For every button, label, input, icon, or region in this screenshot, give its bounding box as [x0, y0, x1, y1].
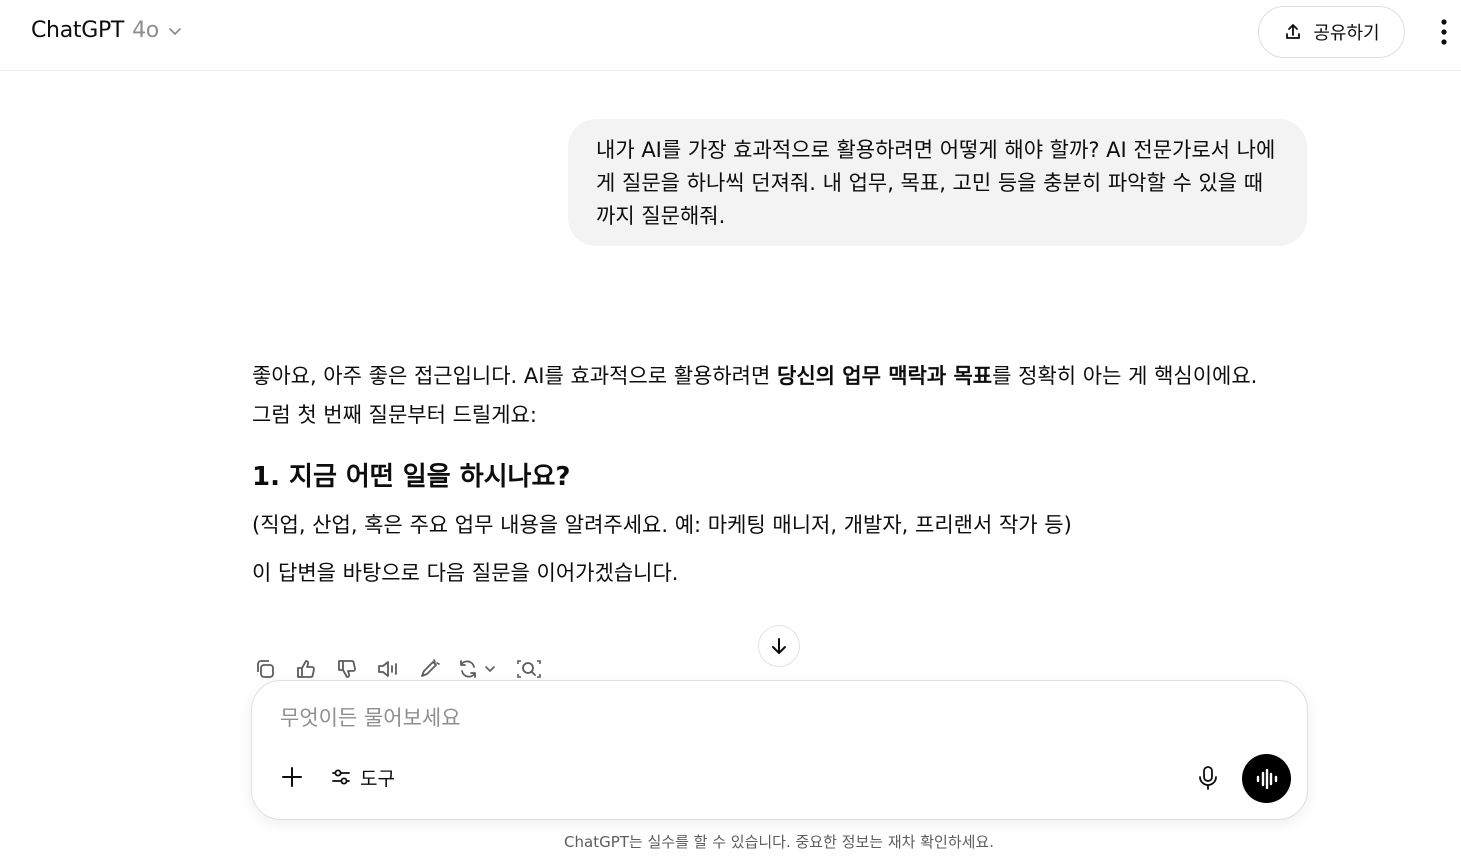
plus-icon[interactable]	[278, 763, 306, 791]
read-aloud-icon[interactable]	[375, 656, 401, 682]
microphone-icon[interactable]	[1194, 764, 1222, 792]
model-version: 4o	[132, 18, 159, 43]
assistant-lead-in: 그럼 첫 번째 질문부터 드릴게요:	[252, 403, 537, 427]
top-bar: ChatGPT 4o 공유하기	[0, 0, 1461, 71]
message-actions	[252, 656, 557, 682]
assistant-intro: 좋아요, 아주 좋은 접근입니다. AI를 효과적으로 활용하려면 당신의 업무…	[252, 357, 1308, 396]
edit-canvas-icon[interactable]	[416, 656, 442, 682]
assistant-message: 좋아요, 아주 좋은 접근입니다. AI를 효과적으로 활용하려면 당신의 업무…	[252, 357, 1308, 589]
model-selector[interactable]: ChatGPT 4o	[31, 18, 183, 43]
intro-text: 좋아요, 아주 좋은 접근입니다. AI를 효과적으로 활용하려면	[252, 364, 777, 388]
chevron-down-icon	[169, 27, 181, 35]
search-icon[interactable]	[516, 656, 542, 682]
model-name: ChatGPT	[31, 18, 125, 43]
question-hint: (직업, 산업, 혹은 주요 업무 내용을 알려주세요. 예: 마케팅 매니저,…	[252, 513, 1072, 537]
prompt-input[interactable]	[278, 699, 1182, 737]
intro-bold: 당신의 업무 맥락과 목표	[777, 364, 993, 388]
copy-icon[interactable]	[252, 656, 278, 682]
sliders-icon	[332, 769, 350, 785]
disclaimer: ChatGPT는 실수를 할 수 있습니다. 중요한 정보는 재차 확인하세요.	[564, 833, 994, 851]
tools-label: 도구	[360, 767, 395, 790]
sound-wave-icon	[1256, 768, 1277, 789]
assistant-closing: 이 답변을 바탕으로 다음 질문을 이어가겠습니다.	[252, 561, 679, 585]
user-message: 내가 AI를 가장 효과적으로 활용하려면 어떻게 해야 할까? AI 전문가로…	[568, 119, 1307, 246]
share-upload-icon	[1286, 24, 1301, 39]
thumbs-up-icon[interactable]	[293, 656, 319, 682]
composer: 도구	[251, 680, 1308, 820]
question-heading: 1. 지금 어떤 일을 하시나요?	[252, 462, 571, 492]
scroll-down-button[interactable]	[758, 625, 800, 667]
arrow-down-icon	[772, 638, 786, 654]
share-label: 공유하기	[1313, 23, 1380, 44]
intro-text-end: 를 정확히 아는 게 핵심이에요.	[992, 364, 1258, 388]
regenerate-icon[interactable]	[457, 656, 501, 682]
tools-button[interactable]: 도구	[330, 763, 395, 791]
share-button[interactable]: 공유하기	[1258, 6, 1405, 58]
voice-mode-button[interactable]	[1242, 754, 1291, 803]
more-options-icon[interactable]	[1430, 16, 1458, 48]
thumbs-down-icon[interactable]	[334, 656, 360, 682]
